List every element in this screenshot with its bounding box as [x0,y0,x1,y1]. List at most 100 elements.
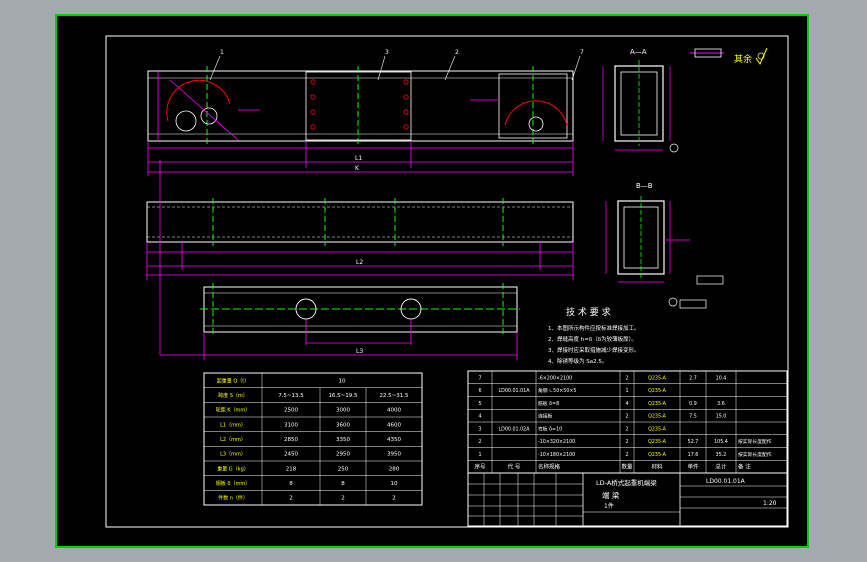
parts-list-cell: Q235-A [648,439,667,445]
parts-list-cell: 连接板 [538,413,553,420]
parts-list-header: 总计 [715,463,727,471]
spec-table-cell: L3（mm） [220,452,246,458]
parts-list-header: 数量 [621,463,633,471]
spec-table-cell: 2500 [284,408,298,414]
parts-list-header: 材料 [651,463,663,471]
top-label-l2: L2 [356,259,363,266]
parts-list-cell: 7 [478,375,481,381]
spec-table-cell: 3950 [387,452,401,458]
parts-list-cell: 1 [625,388,628,394]
drawing-scale: 1:20 [763,500,777,507]
parts-list-cell: 4 [478,414,481,420]
tech-req-item: 3、焊接时应采取措施减少焊接变形。 [548,346,640,354]
front-label-l1: L1 [355,155,362,162]
spec-table-cell: 7.5~13.5 [278,393,304,399]
drawing-title: LD-A桥式起重机端梁 [596,478,657,487]
parts-list-cell: 17.6 [688,452,699,458]
spec-table-cell: 3600 [336,422,350,428]
drawing-number: LD00.01.01A [706,478,746,485]
callout-1: 1 [220,49,224,56]
parts-list-cell: Q235-A [648,375,667,381]
parts-list-cell: 2 [625,452,628,458]
parts-list-cell: 按实际长度配作 [738,438,772,445]
parts-list-cell: 52.7 [688,439,699,445]
parts-list-cell: 35.2 [716,452,727,458]
parts-list-header: 名称规格 [538,463,561,471]
parts-list-cell: 10.4 [716,375,727,381]
spec-table-cell: 10 [339,378,346,384]
spec-table-cell: 4000 [387,408,401,414]
callout-7: 7 [580,49,584,56]
section-a-label: A—A [630,48,647,56]
spec-table-cell: 2 [289,496,293,502]
tech-req-item: 4、除锈等级为 Sa2.5。 [548,357,607,365]
parts-list-cell: Q235-A [648,426,667,432]
part-name: 端 梁 [602,490,620,500]
spec-table-cell: 重量 G（kg） [217,465,249,472]
parts-list-cell: LD00.01.02A [498,426,530,432]
cad-viewport[interactable]: 其余 L1 K 1 2 3 7 L2 L3 A—A B—B 技 术 要 求 1、… [0,0,867,562]
spec-table-cell: 3350 [336,437,350,443]
parts-list-header: 代 号 [508,463,521,471]
spec-table-cell: 10 [391,481,398,487]
spec-table-cell: 2850 [284,437,298,443]
parts-list-header: 备 注 [738,463,751,471]
spec-table-cell: 2 [341,496,345,502]
spec-table-cell: 8 [341,481,345,487]
spec-table-cell: 16.5~19.5 [328,393,358,399]
parts-list-cell: 筋板 δ=8 [538,400,559,407]
spec-table-cell: 2 [392,496,396,502]
parts-list-cell: 2 [478,439,481,445]
parts-list-cell: 7.5 [689,414,697,420]
parts-list-cell: 2 [625,414,628,420]
spec-table-cell: 2950 [336,452,350,458]
parts-list-cell: 3 [478,426,481,432]
parts-list-cell: 弯板 δ=10 [538,425,562,432]
spec-table-cell: 22.5~31.5 [379,393,409,399]
spec-table-cell: 3000 [336,408,350,414]
tech-req-title: 技 术 要 求 [566,306,611,318]
roughness-label: 其余 [734,53,752,65]
parts-list-cell: 角钢 ∟50×50×5 [538,387,576,394]
parts-list-cell: 15.0 [716,414,727,420]
spec-table-cell: 跨度 S（m） [218,392,248,399]
parts-list-cell: 4 [625,401,628,407]
tech-req-item: 2、焊缝高度 h=δ（δ为较薄板厚）。 [548,335,637,343]
spec-table-cell: 轮距 K（mm） [216,407,251,414]
parts-list-cell: 1 [478,452,481,458]
spec-table-cell: 3100 [284,422,298,428]
parts-list-cell: 105.4 [714,439,728,445]
spec-table-cell: 钢板 δ（mm） [216,480,250,487]
parts-list-cell: Q235-A [648,452,667,458]
spec-table-cell: 4350 [387,437,401,443]
parts-list-cell: Q235-A [648,388,667,394]
parts-list-cell: 5 [478,401,481,407]
parts-list-cell: 按实际长度配作 [738,451,772,458]
callout-2: 2 [455,49,459,56]
drawing-canvas[interactable]: 其余 L1 K 1 2 3 7 L2 L3 A—A B—B 技 术 要 求 1、… [0,0,867,562]
callout-3: 3 [385,49,389,56]
parts-list-cell: LD00.01.01A [498,388,530,394]
parts-list-cell: Q235-A [648,401,667,407]
spec-table-cell: 件数 n（件） [218,495,248,502]
parts-list-header: 序号 [474,463,486,471]
spec-table-cell: L2（mm） [220,437,246,443]
parts-list-cell: 2.7 [689,375,697,381]
spec-table-cell: 8 [289,481,293,487]
spec-table-cell: 250 [338,466,349,472]
spec-table-cell: 218 [286,466,297,472]
parts-list-cell: -6×200×2100 [538,375,572,381]
parts-list-cell: -10×320×2100 [538,439,575,445]
part-quantity: 1件 [604,502,614,510]
bottom-label-l3: L3 [356,348,363,355]
parts-list-cell: 2 [625,426,628,432]
parts-list-header: 单件 [687,463,699,471]
parts-list-cell: Q235-A [648,414,667,420]
tech-req-item: 1、本图所示构件应按标准焊接加工。 [548,324,640,332]
parts-list-cell: 6 [478,388,481,394]
parts-list-cell: 3.6 [717,401,725,407]
parts-list-cell: -10×180×2100 [538,452,575,458]
spec-table-cell: L1（mm） [220,422,246,428]
spec-table-cell: 2450 [284,452,298,458]
parts-list-cell: 2 [625,375,628,381]
